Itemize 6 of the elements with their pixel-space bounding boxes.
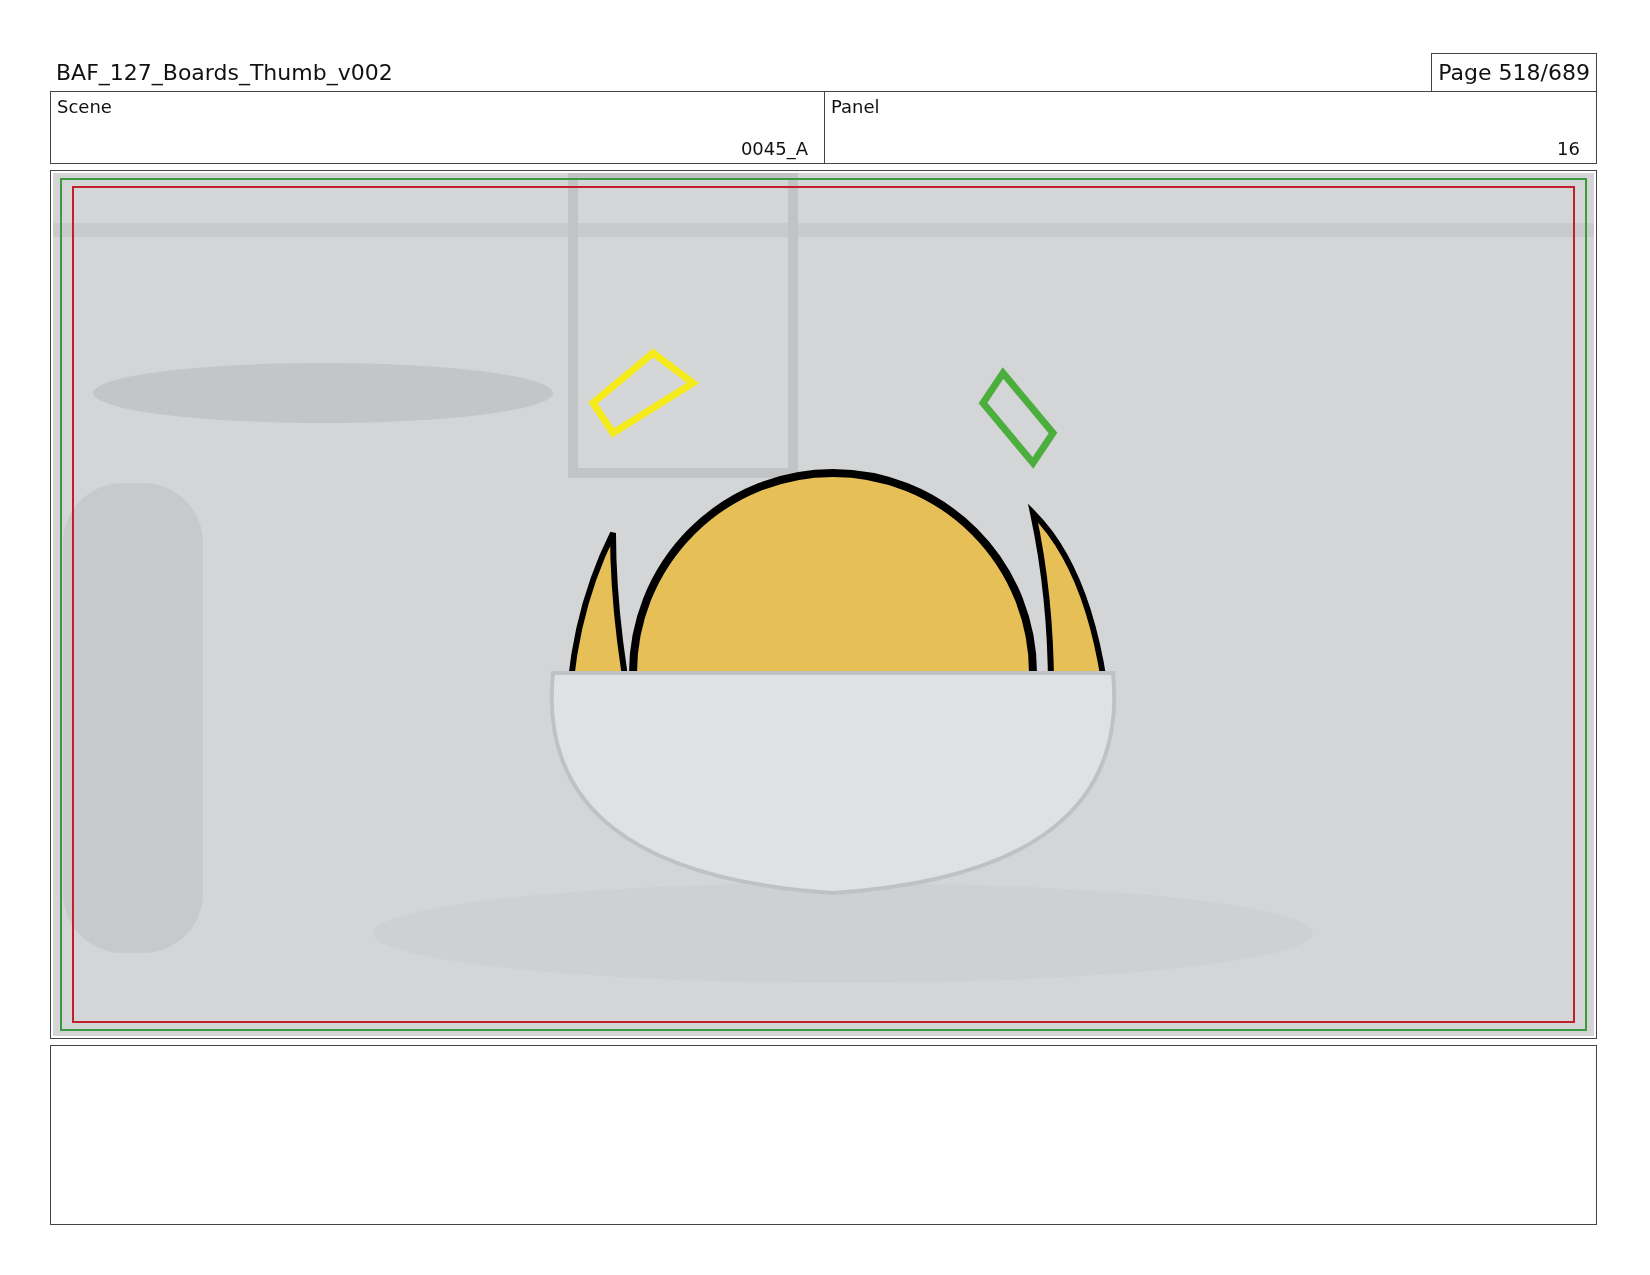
field-value: 16 bbox=[1557, 138, 1580, 159]
field-value: 0045_A bbox=[740, 138, 808, 159]
field-label: Scene bbox=[57, 96, 113, 117]
field-label: Panel bbox=[831, 96, 881, 117]
document-title: BAF_127_Boards_Thumb_v002 bbox=[55, 60, 393, 88]
page-number: Page 518/689 bbox=[1431, 53, 1597, 91]
